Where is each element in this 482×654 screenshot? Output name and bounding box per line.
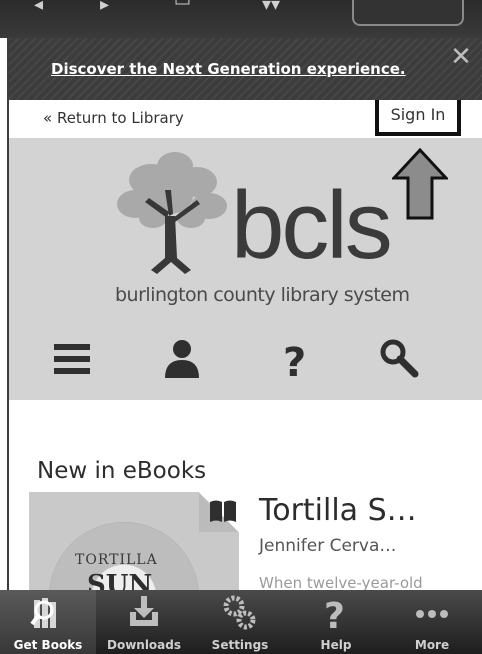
get-books-icon: [30, 598, 56, 628]
reload-icon[interactable]: ▾▾: [262, 0, 280, 15]
menu-icon[interactable]: [49, 334, 99, 384]
app-frame-border: [0, 38, 9, 590]
tab-label: Settings: [211, 638, 269, 652]
tab-label: Help: [320, 638, 352, 652]
ebook-format-icon: [210, 500, 236, 522]
search-icon[interactable]: [375, 334, 425, 384]
back-arrow-icon[interactable]: ◂: [34, 0, 43, 15]
svg-text:?: ?: [324, 596, 345, 632]
bookmark-icon[interactable]: ▭: [174, 0, 191, 11]
book-author: Jennifer Cerva…: [259, 536, 397, 556]
main-content: « Return to Library Sign In bcls burling…: [9, 100, 482, 590]
section-title: New in eBooks: [37, 458, 207, 484]
logo-tagline: burlington county library system: [115, 284, 410, 306]
library-header: bcls burlington county library system ?: [9, 138, 482, 400]
bottom-tab-bar: Get Books Downloads Settings ? Help More: [0, 590, 482, 654]
tab-label: Get Books: [13, 638, 83, 652]
book-description: When twelve-year-old: [259, 574, 423, 590]
header-icon-row: ?: [9, 334, 482, 384]
help-icon[interactable]: ?: [271, 334, 321, 384]
sign-in-link[interactable]: Sign In: [375, 100, 461, 136]
tab-label: Downloads: [106, 638, 182, 652]
promo-banner: Discover the Next Generation experience.…: [9, 38, 482, 100]
cover-title-line2: SUN: [87, 570, 153, 590]
tab-downloads[interactable]: Downloads: [96, 590, 192, 654]
forward-arrow-icon[interactable]: ▸: [100, 0, 109, 15]
logo-wordmark: bcls: [231, 172, 393, 279]
up-arrow-icon: [392, 148, 448, 220]
tab-help[interactable]: ? Help: [288, 590, 384, 654]
account-icon[interactable]: [157, 334, 207, 384]
tab-get-books[interactable]: Get Books: [0, 590, 96, 654]
tab-settings[interactable]: Settings: [192, 590, 288, 654]
close-icon[interactable]: ✕: [448, 44, 474, 70]
more-icon: [416, 610, 448, 618]
cover-title-line1: TORTILLA: [75, 552, 158, 568]
svg-text:?: ?: [283, 340, 306, 384]
nav-row: « Return to Library Sign In: [9, 100, 482, 138]
downloads-icon: [130, 596, 158, 626]
tab-label: More: [414, 638, 450, 652]
top-toolbar: ◂ ▸ ▭ ▾▾: [0, 0, 482, 38]
help-tab-icon: ?: [324, 596, 345, 632]
toolbar-button[interactable]: [352, 0, 464, 26]
tab-more[interactable]: More: [384, 590, 480, 654]
settings-icon: [223, 595, 256, 630]
return-to-library-link[interactable]: « Return to Library: [43, 109, 184, 127]
tree-logo-icon: [117, 152, 227, 274]
next-generation-link[interactable]: Discover the Next Generation experience.: [51, 60, 406, 78]
book-title[interactable]: Tortilla S…: [259, 493, 417, 528]
